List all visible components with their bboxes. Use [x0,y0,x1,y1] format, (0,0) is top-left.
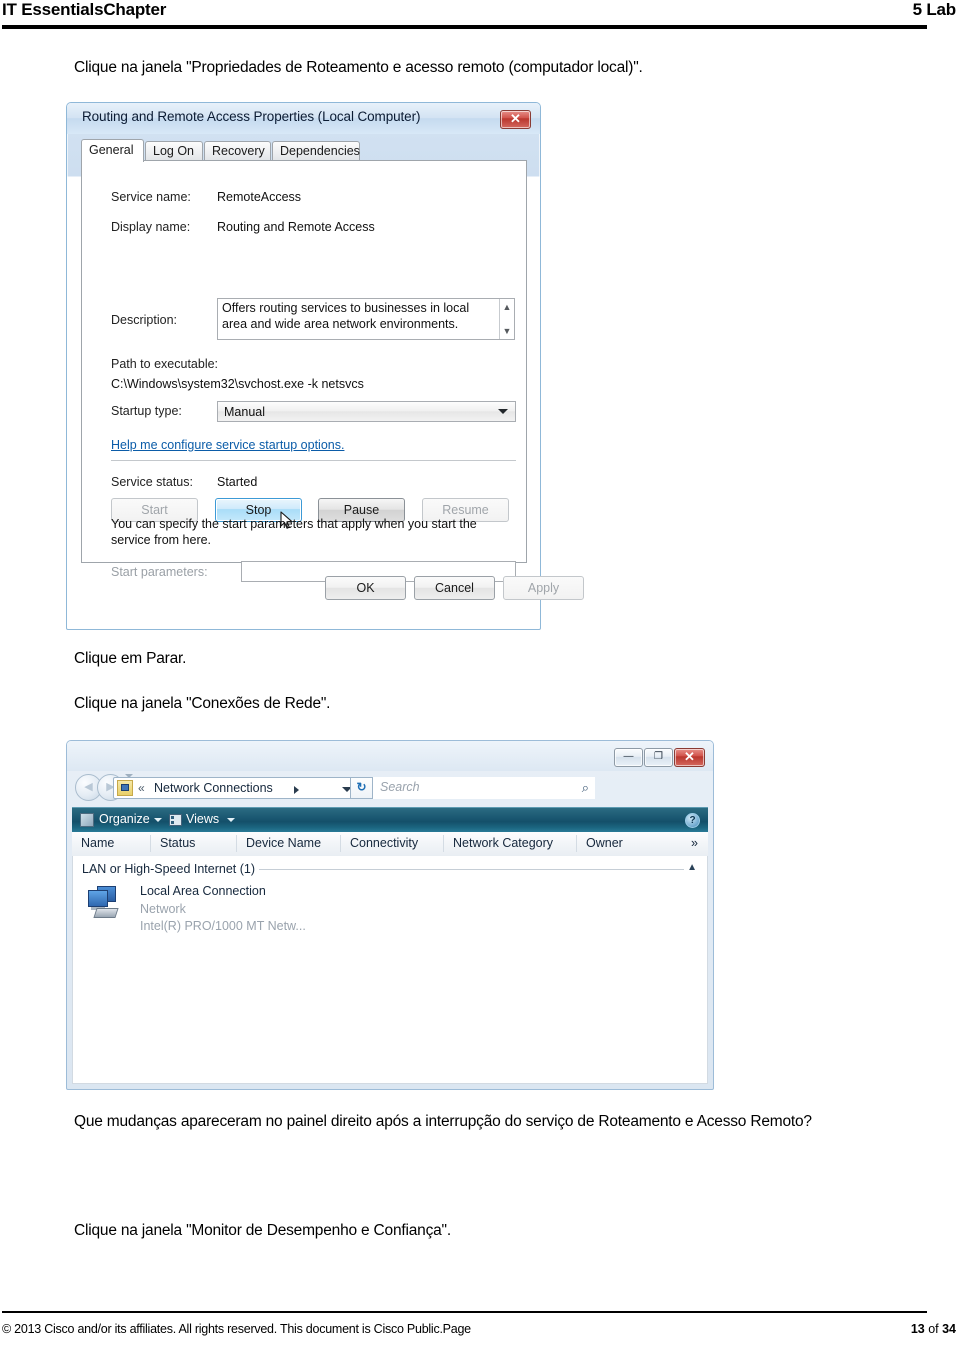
close-glyph: ✕ [684,749,695,764]
breadcrumb-label[interactable]: Network Connections [154,781,273,795]
help-icon[interactable]: ? [685,813,700,828]
connection-name: Local Area Connection [140,884,266,898]
description-label: Description: [111,313,177,327]
display-name-value: Routing and Remote Access [217,220,375,234]
network-adapter-icon [87,886,127,920]
close-icon[interactable]: ✕ [674,748,705,767]
views-button[interactable]: Views [186,812,219,826]
tab-dependencies[interactable]: Dependencies [272,141,360,161]
explorer-toolbar: Organize Views ? [72,807,708,833]
header-divider [2,25,927,29]
page-total: 34 [942,1322,956,1336]
tab-recovery[interactable]: Recovery [204,141,271,161]
close-glyph: ✕ [510,111,521,126]
page-current: 13 [910,1322,925,1336]
footer-page-number: 13 of 34 [911,1322,956,1336]
column-header-owner[interactable]: Owner [586,836,623,850]
path-value: C:\Windows\system32\svchost.exe -k netsv… [111,377,364,391]
minimize-icon[interactable]: — [614,748,643,767]
column-header-status[interactable]: Status [160,836,195,850]
search-placeholder: Search [380,780,420,794]
column-overflow-icon[interactable]: » [691,836,698,850]
search-input[interactable]: Search ⌕ [373,777,595,799]
header-left-title: IT EssentialsChapter [2,0,167,19]
column-header-name[interactable]: Name [81,836,114,850]
scroll-up-icon[interactable]: ▲ [500,302,514,312]
dialog-tabstrip: General Log On Recovery Dependencies [81,139,527,162]
connection-status: Network [140,902,186,916]
ok-button[interactable]: OK [325,576,406,600]
minimize-glyph: — [623,751,634,762]
chevron-down-icon[interactable] [498,409,508,414]
organize-icon [80,813,94,827]
tab-dependencies-label: Dependencies [280,144,360,158]
question-text: Que mudanças apareceram no painel direit… [74,1113,812,1130]
refresh-icon: ↻ [356,780,367,794]
organize-chevron-down-icon[interactable] [154,818,162,822]
breadcrumb-overflow-icon[interactable]: « [138,781,145,795]
group-collapse-icon[interactable]: ▲ [687,862,697,873]
group-divider [259,869,684,870]
path-label: Path to executable: [111,357,219,371]
column-header-row: Name Status Device Name Connectivity Net… [72,832,708,857]
group-header-label: LAN or High-Speed Internet (1) [82,862,256,876]
instruction-text-3: Clique na janela "Conexões de Rede". [74,695,331,712]
maximize-glyph: ❐ [654,751,663,762]
tab-log-on-label: Log On [153,144,195,158]
tab-general[interactable]: General [81,139,144,162]
connection-device: Intel(R) PRO/1000 MT Netw... [140,919,306,933]
section-divider [111,460,516,461]
service-name-value: RemoteAccess [217,190,302,204]
organize-button[interactable]: Organize [99,812,150,826]
instruction-text-4: Clique na janela "Monitor de Desempenho … [74,1222,451,1239]
tab-log-on[interactable]: Log On [145,141,203,161]
startup-help-link[interactable]: Help me configure service startup option… [111,438,344,452]
description-value: Offers routing services to businesses in… [222,301,470,331]
startup-type-value: Manual [224,405,265,419]
startup-type-label: Startup type: [111,404,182,418]
breadcrumb-next-icon[interactable] [294,786,299,794]
header-right-title: 5 Lab [912,0,957,19]
tab-general-label: General [89,143,134,157]
help-glyph: ? [689,815,696,826]
service-name-label: Service name: [111,190,191,204]
connections-list: LAN or High-Speed Internet (1) ▲ Local A… [72,856,708,1084]
dialog-tabpanel: Service name: RemoteAccess Display name:… [81,160,527,582]
startup-type-select[interactable]: Manual [217,401,516,422]
display-name-label: Display name: [111,220,191,234]
instruction-text-2: Clique em Parar. [74,650,187,667]
start-parameters-hint: You can specify the start parameters tha… [111,517,477,548]
service-status-label: Service status: [111,475,193,489]
cancel-button[interactable]: Cancel [414,576,495,600]
description-scrollbar[interactable]: ▲ ▼ [499,299,514,339]
service-status-value: Started [217,475,258,489]
views-icon [169,814,182,826]
search-icon[interactable]: ⌕ [582,780,589,796]
network-connections-window: — ❐ ✕ ◀ ▶ « Network Connections ↻ Search… [66,740,714,1090]
tab-recovery-label: Recovery [212,144,265,158]
column-header-network-category[interactable]: Network Category [453,836,553,850]
views-chevron-down-icon[interactable] [227,818,235,822]
network-icon [117,780,133,796]
refresh-button[interactable]: ↻ [350,777,373,799]
dialog-title: Routing and Remote Access Properties (Lo… [82,109,421,124]
description-box[interactable]: Offers routing services to businesses in… [217,298,515,340]
close-icon[interactable]: ✕ [500,110,531,129]
dialog-titlebar[interactable]: Routing and Remote Access Properties (Lo… [67,103,540,134]
footer-divider [2,1311,927,1313]
page-of-label: of [924,1322,943,1336]
column-header-device-name[interactable]: Device Name [246,836,321,850]
instruction-text-1: Clique na janela "Propriedades de Roteam… [74,59,643,76]
apply-button[interactable]: Apply [503,576,584,600]
column-header-connectivity[interactable]: Connectivity [350,836,418,850]
service-properties-dialog: Routing and Remote Access Properties (Lo… [66,102,584,630]
maximize-icon[interactable]: ❐ [644,748,673,767]
start-parameters-label: Start parameters: [111,565,208,579]
scroll-down-icon[interactable]: ▼ [500,326,514,336]
footer-copyright: © 2013 Cisco and/or its affiliates. All … [2,1322,471,1336]
